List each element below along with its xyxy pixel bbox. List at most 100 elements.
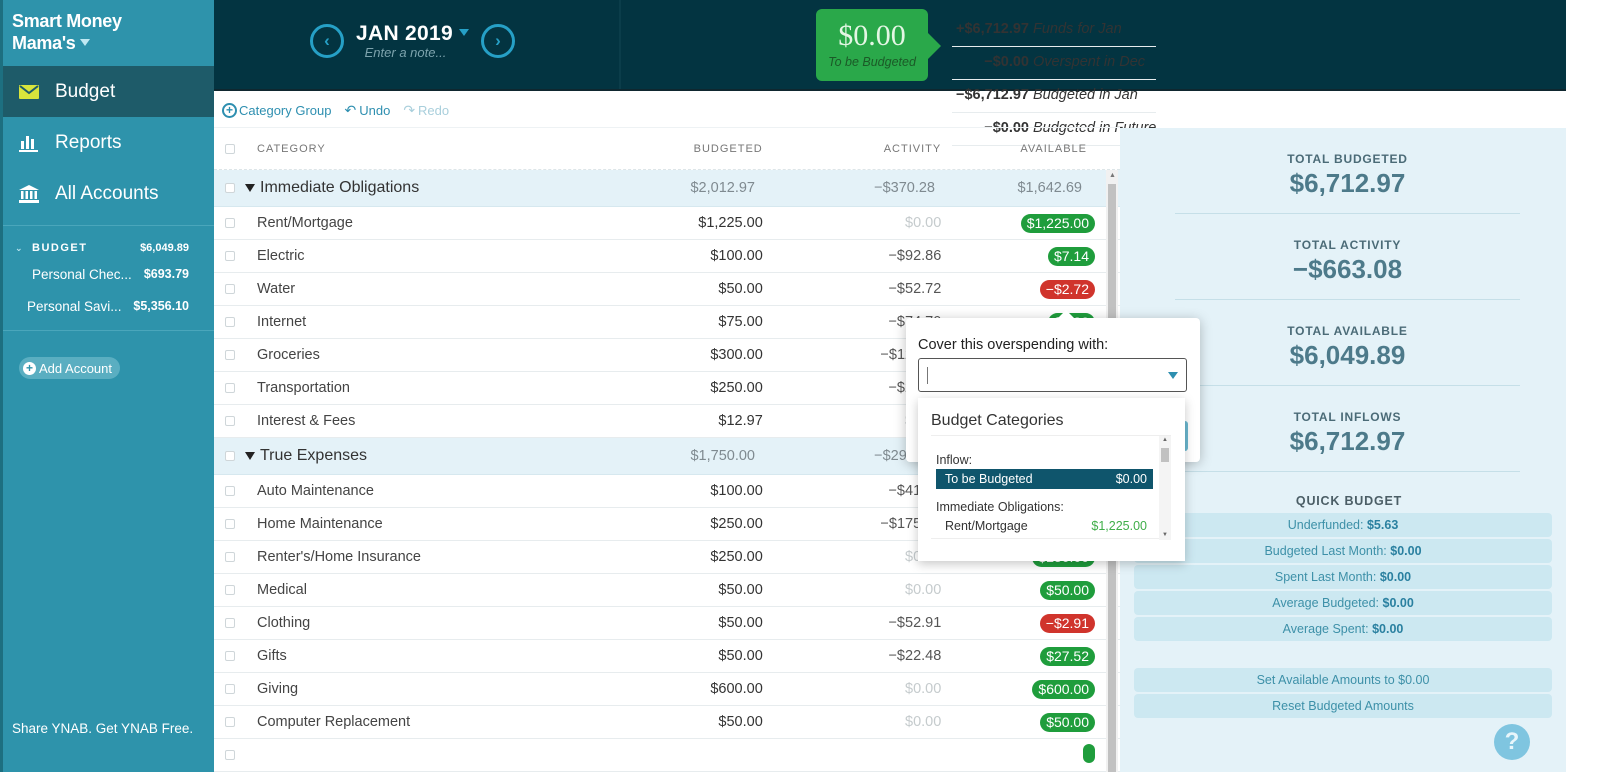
account-group-budget[interactable]: ⌄ BUDGET $6,049.89 — [3, 238, 214, 258]
reset-budgeted-button[interactable]: Reset Budgeted Amounts — [1134, 694, 1552, 718]
category-name[interactable]: Rent/Mortgage — [257, 215, 654, 231]
row-checkbox[interactable] — [225, 383, 235, 393]
month-selector[interactable]: JAN 2019 — [356, 22, 469, 46]
quick-budget-spent-last-month[interactable]: Spent Last Month: $0.00 — [1134, 565, 1552, 589]
activity-value[interactable]: $0.00 — [763, 549, 941, 565]
activity-value[interactable]: −$52.72 — [763, 281, 941, 297]
row-checkbox[interactable] — [225, 317, 235, 327]
category-row[interactable]: Computer Replacement $50.00 $0.00 $50.00 — [214, 706, 1120, 739]
budgeted-input[interactable]: $600.00 — [654, 681, 762, 697]
budgeted-input[interactable]: $50.00 — [654, 615, 762, 631]
row-checkbox[interactable] — [225, 750, 235, 760]
row-checkbox[interactable] — [225, 585, 235, 595]
available-pill[interactable]: $50.00 — [1040, 712, 1096, 732]
category-row[interactable]: Medical $50.00 $0.00 $50.00 — [214, 574, 1120, 607]
budgeted-input[interactable]: $250.00 — [654, 380, 762, 396]
row-checkbox[interactable] — [225, 251, 235, 261]
category-name[interactable]: Gifts — [257, 648, 654, 664]
budgeted-input[interactable]: $300.00 — [654, 347, 762, 363]
category-name[interactable]: Water — [257, 281, 654, 297]
budgeted-input[interactable]: $100.00 — [654, 483, 762, 499]
cover-category-select[interactable] — [918, 358, 1187, 392]
category-name[interactable]: Transportation — [257, 380, 654, 396]
row-checkbox[interactable] — [225, 717, 235, 727]
activity-value[interactable]: −$41.76 — [763, 483, 941, 499]
quick-budget-average-spent[interactable]: Average Spent: $0.00 — [1134, 617, 1552, 641]
category-name[interactable]: Home Maintenance — [257, 516, 654, 532]
row-checkbox[interactable] — [225, 651, 235, 661]
category-row[interactable] — [214, 739, 1120, 772]
category-name[interactable]: Clothing — [257, 615, 654, 631]
scrollbar-thumb[interactable] — [1161, 448, 1169, 462]
budgeted-input[interactable]: $250.00 — [654, 516, 762, 532]
category-group-row[interactable]: Immediate Obligations $2,012.97 −$370.28 $1… — [214, 170, 1120, 207]
budgeted-input[interactable]: $50.00 — [654, 648, 762, 664]
row-checkbox[interactable] — [225, 684, 235, 694]
quick-budget-average-budgeted[interactable]: Average Budgeted: $0.00 — [1134, 591, 1552, 615]
nav-reports[interactable]: Reports — [3, 117, 214, 168]
dropdown-option-to-be-budgeted[interactable]: To be Budgeted $0.00 — [936, 469, 1153, 489]
next-month-button[interactable]: › — [480, 24, 515, 58]
available-pill[interactable]: $600.00 — [1032, 679, 1096, 699]
account-item[interactable]: Personal Chec... $693.79 — [3, 258, 214, 290]
row-checkbox[interactable] — [225, 519, 235, 529]
category-name[interactable]: Groceries — [257, 347, 654, 363]
month-note-input[interactable]: Enter a note... — [356, 45, 455, 60]
budgeted-input[interactable]: $50.00 — [654, 582, 762, 598]
activity-value[interactable]: $0.00 — [763, 681, 941, 697]
category-row[interactable]: Electric $100.00 −$92.86 $7.14 — [214, 240, 1120, 273]
category-row[interactable]: Rent/Mortgage $1,225.00 $0.00 $1,225.00 — [214, 207, 1120, 240]
activity-value[interactable]: −$52.91 — [763, 615, 941, 631]
available-pill[interactable] — [1083, 743, 1096, 763]
available-pill[interactable]: $27.52 — [1040, 646, 1096, 666]
to-be-budgeted-badge[interactable]: $0.00 To be Budgeted — [816, 9, 941, 81]
redo-button[interactable]: ↷ Redo — [403, 102, 449, 119]
dropdown-option-rent-mortgage[interactable]: Rent/Mortgage $1,225.00 — [936, 516, 1153, 536]
row-checkbox[interactable] — [225, 618, 235, 628]
category-name[interactable]: Giving — [257, 681, 654, 697]
budgeted-input[interactable]: $100.00 — [654, 248, 762, 264]
budgeted-input[interactable]: $250.00 — [654, 549, 762, 565]
activity-value[interactable]: −$22.48 — [763, 648, 941, 664]
available-pill[interactable]: −$2.91 — [1039, 613, 1096, 633]
category-name[interactable]: Interest & Fees — [257, 413, 654, 429]
activity-value[interactable]: $0.00 — [763, 714, 941, 730]
row-checkbox[interactable] — [225, 486, 235, 496]
quick-budget-budgeted-last-month[interactable]: Budgeted Last Month: $0.00 — [1134, 539, 1552, 563]
available-pill[interactable]: −$2.72 — [1039, 279, 1096, 299]
quick-budget-underfunded[interactable]: Underfunded: $5.63 — [1134, 513, 1552, 537]
category-name[interactable]: Medical — [257, 582, 654, 598]
available-pill[interactable]: $1,225.00 — [1020, 213, 1096, 233]
share-ynab-link[interactable]: Share YNAB. Get YNAB Free. — [12, 721, 193, 736]
help-button[interactable]: ? — [1494, 724, 1530, 760]
nav-budget[interactable]: Budget — [3, 66, 214, 117]
available-pill[interactable]: $7.14 — [1047, 246, 1096, 266]
budgeted-input[interactable]: $50.00 — [654, 714, 762, 730]
row-checkbox[interactable] — [225, 416, 235, 426]
collapse-triangle-icon[interactable] — [245, 184, 255, 192]
category-row[interactable]: Gifts $50.00 −$22.48 $27.52 — [214, 640, 1120, 673]
budgeted-input[interactable]: $1,225.00 — [654, 215, 763, 231]
category-name[interactable]: Renter's/Home Insurance — [257, 549, 654, 565]
activity-value[interactable]: $0.00 — [763, 582, 941, 598]
dropdown-scrollbar[interactable]: ▲ ▼ — [1159, 436, 1171, 540]
row-checkbox[interactable] — [225, 218, 235, 228]
add-category-group-button[interactable]: + Category Group — [222, 102, 332, 118]
row-checkbox[interactable] — [225, 183, 235, 193]
budgeted-input[interactable]: $12.97 — [654, 413, 762, 429]
row-checkbox[interactable] — [225, 552, 235, 562]
category-row[interactable]: Giving $600.00 $0.00 $600.00 — [214, 673, 1120, 706]
activity-value[interactable]: $0.00 — [763, 215, 941, 231]
nav-all-accounts[interactable]: All Accounts — [3, 168, 214, 219]
budgeted-input[interactable]: $75.00 — [654, 314, 762, 330]
row-checkbox[interactable] — [225, 350, 235, 360]
row-checkbox[interactable] — [225, 284, 235, 294]
activity-value[interactable]: −$175.65 — [763, 516, 941, 532]
prev-month-button[interactable]: ‹ — [310, 24, 344, 58]
collapse-triangle-icon[interactable] — [245, 452, 255, 460]
available-pill[interactable]: $50.00 — [1040, 580, 1096, 600]
undo-button[interactable]: ↶ Undo — [345, 102, 391, 119]
category-row[interactable]: Clothing $50.00 −$52.91 −$2.91 — [214, 607, 1120, 640]
budget-name-menu[interactable]: Smart Money Mama's — [3, 0, 214, 66]
add-account-button[interactable]: + Add Account — [19, 357, 120, 379]
